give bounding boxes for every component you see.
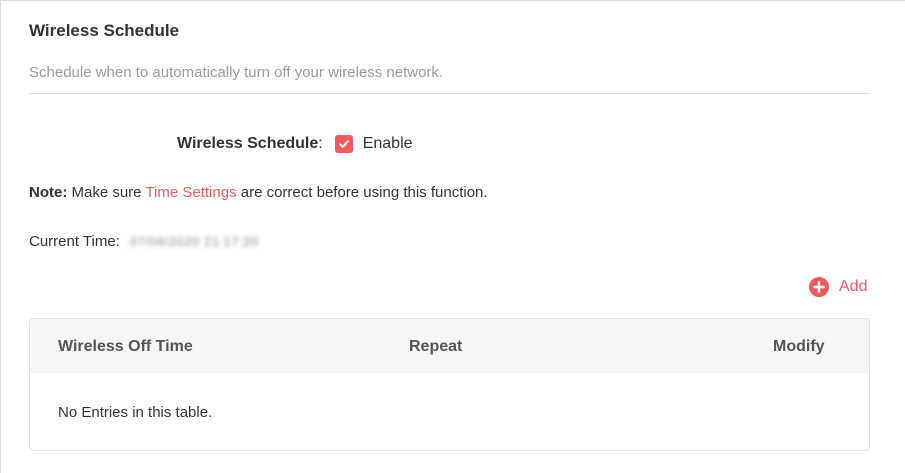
table-header: Wireless Off Time Repeat Modify [30, 319, 869, 373]
add-button[interactable]: Add [809, 277, 867, 297]
wireless-schedule-label: Wireless Schedule [177, 135, 319, 152]
time-settings-link[interactable]: Time Settings [145, 184, 236, 201]
note-text: Note: Make sure Time Settings are correc… [29, 184, 488, 201]
section-title: Wireless Schedule [29, 21, 180, 40]
wireless-schedule-page: Wireless Schedule Schedule when to autom… [0, 0, 905, 473]
current-time-value: 07/06/2020 21:17:20 [129, 234, 259, 249]
table-empty-message: No Entries in this table. [58, 404, 213, 421]
current-time-label: Current Time: [29, 233, 120, 250]
schedule-table: Wireless Off Time Repeat Modify No Entri… [29, 318, 870, 451]
checkmark-icon [338, 140, 349, 148]
note-prefix: Note: [29, 184, 68, 201]
column-header-modify: Modify [773, 338, 825, 355]
plus-circle-icon [809, 277, 829, 297]
column-header-wireless-off-time: Wireless Off Time [58, 338, 193, 355]
add-button-label: Add [839, 278, 868, 295]
wireless-schedule-row: Wireless Schedule : Enable [177, 135, 413, 153]
enable-checkbox[interactable] [334, 135, 353, 153]
current-time-row: Current Time: 07/06/2020 21:17:20 [29, 233, 259, 250]
note-before-link: Make sure [67, 184, 146, 201]
enable-label[interactable]: Enable [363, 135, 413, 153]
divider [29, 93, 870, 94]
section-description: Schedule when to automatically turn off … [29, 64, 444, 81]
note-after-link: are correct before using this function. [236, 184, 488, 201]
column-header-repeat: Repeat [409, 338, 463, 355]
label-colon: : [318, 135, 323, 152]
